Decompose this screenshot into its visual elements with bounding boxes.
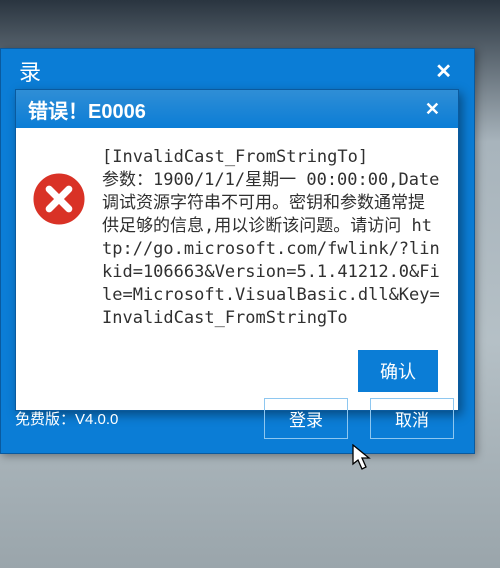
login-titlebar: 录 ✕: [1, 49, 474, 93]
error-content: [InvalidCast_FromStringTo] 参数：1900/1/1/星…: [16, 128, 458, 344]
error-dialog: 错误！E0006 ✕ [InvalidCast_FromStringTo] 参数…: [15, 89, 459, 411]
close-icon[interactable]: ✕: [419, 97, 446, 122]
error-icon: [30, 146, 88, 233]
login-footer-buttons: 登录 取消: [264, 398, 454, 439]
error-title: 错误！E0006: [28, 95, 146, 124]
cancel-button[interactable]: 取消: [370, 398, 454, 439]
error-message: [InvalidCast_FromStringTo] 参数：1900/1/1/星…: [102, 146, 440, 330]
login-footer: 免费版：V4.0.0 登录 取消: [1, 390, 474, 453]
mouse-cursor-icon: [352, 444, 372, 477]
close-icon[interactable]: ✕: [427, 57, 460, 86]
ok-button[interactable]: 确认: [358, 350, 438, 392]
login-title: 录: [19, 55, 43, 87]
version-label: 免费版：V4.0.0: [15, 408, 118, 429]
login-window: 录 ✕ 错误！E0006 ✕ [InvalidCast_FromStringTo…: [0, 48, 475, 454]
error-titlebar: 错误！E0006 ✕: [16, 90, 458, 128]
login-body: 错误！E0006 ✕ [InvalidCast_FromStringTo] 参数…: [1, 93, 474, 453]
login-button[interactable]: 登录: [264, 398, 348, 439]
